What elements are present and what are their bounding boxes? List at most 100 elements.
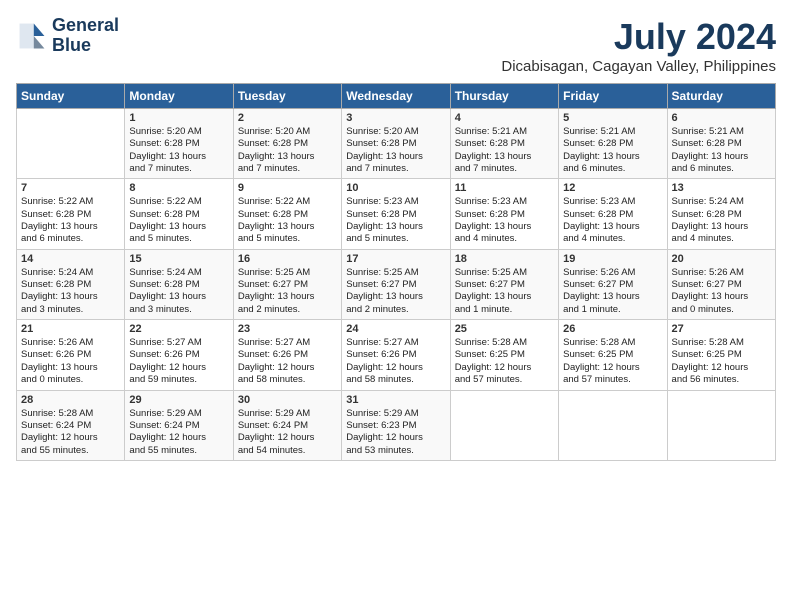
cell-data: Sunrise: 5:20 AM Sunset: 6:28 PM Dayligh… [238,126,337,175]
cell-data: Sunrise: 5:26 AM Sunset: 6:26 PM Dayligh… [21,337,120,386]
calendar-cell: 8Sunrise: 5:22 AM Sunset: 6:28 PM Daylig… [125,179,233,249]
calendar-cell: 10 Sunrise: 5:23 AM Sunset: 6:28 PM Dayli… [342,179,450,249]
calendar-cell: 13 Sunrise: 5:24 AM Sunset: 6:28 PM Dayli… [667,179,775,249]
weekday-header: Thursday [450,84,558,109]
cell-data: Sunrise: 5:28 AM Sunset: 6:24 PM Dayligh… [21,408,120,457]
cell-data: Sunrise: 5:29 AM Sunset: 6:24 PM Dayligh… [129,408,228,457]
cell-data: Sunrise: 5:26 AM Sunset: 6:27 PM Dayligh… [672,267,771,316]
calendar-cell: 29 Sunrise: 5:29 AM Sunset: 6:24 PM Dayli… [125,390,233,460]
cell-data: Sunrise: 5:27 AM Sunset: 6:26 PM Dayligh… [346,337,445,386]
day-number: 1 [129,112,228,124]
calendar-cell: 3 Sunrise: 5:20 AM Sunset: 6:28 PM Daylig… [342,109,450,179]
cell-data: Sunrise: 5:29 AM Sunset: 6:23 PM Dayligh… [346,408,445,457]
calendar-cell: 1 Sunrise: 5:20 AM Sunset: 6:28 PM Daylig… [125,109,233,179]
day-number: 2 [238,112,337,124]
calendar-cell [450,390,558,460]
cell-data: Sunrise: 5:23 AM Sunset: 6:28 PM Dayligh… [455,196,554,245]
calendar-table: SundayMondayTuesdayWednesdayThursdayFrid… [16,83,776,461]
day-number: 19 [563,253,662,265]
cell-data: Sunrise: 5:23 AM Sunset: 6:28 PM Dayligh… [346,196,445,245]
cell-data: Sunrise: 5:22 AM Sunset: 6:28 PM Dayligh… [129,196,228,245]
calendar-cell: 5 Sunrise: 5:21 AM Sunset: 6:28 PM Daylig… [559,109,667,179]
calendar-cell [559,390,667,460]
day-number: 12 [563,182,662,194]
calendar-cell: 12 Sunrise: 5:23 AM Sunset: 6:28 PM Dayli… [559,179,667,249]
calendar-cell: 21Sunrise: 5:26 AM Sunset: 6:26 PM Dayli… [17,320,125,390]
day-number: 24 [346,323,445,335]
day-number: 16 [238,253,337,265]
cell-data: Sunrise: 5:28 AM Sunset: 6:25 PM Dayligh… [455,337,554,386]
cell-data: Sunrise: 5:23 AM Sunset: 6:28 PM Dayligh… [563,196,662,245]
calendar-cell: 30Sunrise: 5:29 AM Sunset: 6:24 PM Dayli… [233,390,341,460]
calendar-cell: 31 Sunrise: 5:29 AM Sunset: 6:23 PM Dayli… [342,390,450,460]
day-number: 7 [21,182,120,194]
day-number: 26 [563,323,662,335]
title-block: July 2024 Dicabisagan, Cagayan Valley, P… [501,16,776,75]
calendar-cell: 26 Sunrise: 5:28 AM Sunset: 6:25 PM Dayli… [559,320,667,390]
day-number: 27 [672,323,771,335]
calendar-cell: 22Sunrise: 5:27 AM Sunset: 6:26 PM Dayli… [125,320,233,390]
day-number: 31 [346,394,445,406]
weekday-header: Friday [559,84,667,109]
cell-data: Sunrise: 5:24 AM Sunset: 6:28 PM Dayligh… [672,196,771,245]
calendar-cell: 23 Sunrise: 5:27 AM Sunset: 6:26 PM Dayli… [233,320,341,390]
day-number: 13 [672,182,771,194]
day-number: 15 [129,253,228,265]
cell-data: Sunrise: 5:27 AM Sunset: 6:26 PM Dayligh… [238,337,337,386]
day-number: 23 [238,323,337,335]
weekday-header: Saturday [667,84,775,109]
calendar-cell: 20Sunrise: 5:26 AM Sunset: 6:27 PM Dayli… [667,249,775,319]
calendar-cell: 2 Sunrise: 5:20 AM Sunset: 6:28 PM Daylig… [233,109,341,179]
day-number: 25 [455,323,554,335]
day-number: 4 [455,112,554,124]
weekday-header: Tuesday [233,84,341,109]
calendar-cell: 6 Sunrise: 5:21 AM Sunset: 6:28 PM Daylig… [667,109,775,179]
calendar-cell: 18Sunrise: 5:25 AM Sunset: 6:27 PM Dayli… [450,249,558,319]
calendar-cell: 7 Sunrise: 5:22 AM Sunset: 6:28 PM Daylig… [17,179,125,249]
day-number: 10 [346,182,445,194]
cell-data: Sunrise: 5:25 AM Sunset: 6:27 PM Dayligh… [238,267,337,316]
day-number: 3 [346,112,445,124]
cell-data: Sunrise: 5:25 AM Sunset: 6:27 PM Dayligh… [346,267,445,316]
calendar-cell: 9Sunrise: 5:22 AM Sunset: 6:28 PM Daylig… [233,179,341,249]
calendar-cell: 11 Sunrise: 5:23 AM Sunset: 6:28 PM Dayli… [450,179,558,249]
calendar-header: SundayMondayTuesdayWednesdayThursdayFrid… [17,84,776,109]
calendar-cell: 28Sunrise: 5:28 AM Sunset: 6:24 PM Dayli… [17,390,125,460]
calendar-cell: 16 Sunrise: 5:25 AM Sunset: 6:27 PM Dayli… [233,249,341,319]
month-title: July 2024 [501,16,776,58]
cell-data: Sunrise: 5:28 AM Sunset: 6:25 PM Dayligh… [563,337,662,386]
weekday-header: Wednesday [342,84,450,109]
day-number: 29 [129,394,228,406]
calendar-cell: 15Sunrise: 5:24 AM Sunset: 6:28 PM Dayli… [125,249,233,319]
location-title: Dicabisagan, Cagayan Valley, Philippines [501,58,776,75]
day-number: 11 [455,182,554,194]
day-number: 17 [346,253,445,265]
calendar-cell: 14 Sunrise: 5:24 AM Sunset: 6:28 PM Dayli… [17,249,125,319]
cell-data: Sunrise: 5:27 AM Sunset: 6:26 PM Dayligh… [129,337,228,386]
cell-data: Sunrise: 5:21 AM Sunset: 6:28 PM Dayligh… [672,126,771,175]
calendar-cell [667,390,775,460]
calendar-cell: 19 Sunrise: 5:26 AM Sunset: 6:27 PM Dayli… [559,249,667,319]
logo-text: General Blue [52,16,119,56]
day-number: 6 [672,112,771,124]
day-number: 14 [21,253,120,265]
weekday-header: Sunday [17,84,125,109]
cell-data: Sunrise: 5:20 AM Sunset: 6:28 PM Dayligh… [346,126,445,175]
day-number: 5 [563,112,662,124]
calendar-cell [17,109,125,179]
cell-data: Sunrise: 5:24 AM Sunset: 6:28 PM Dayligh… [21,267,120,316]
cell-data: Sunrise: 5:21 AM Sunset: 6:28 PM Dayligh… [563,126,662,175]
calendar-cell: 27 Sunrise: 5:28 AM Sunset: 6:25 PM Dayli… [667,320,775,390]
day-number: 18 [455,253,554,265]
day-number: 9 [238,182,337,194]
logo-icon [16,20,48,52]
page-header: General Blue July 2024 Dicabisagan, Caga… [16,16,776,75]
cell-data: Sunrise: 5:22 AM Sunset: 6:28 PM Dayligh… [21,196,120,245]
calendar-cell: 17 Sunrise: 5:25 AM Sunset: 6:27 PM Dayli… [342,249,450,319]
calendar-cell: 25 Sunrise: 5:28 AM Sunset: 6:25 PM Dayli… [450,320,558,390]
cell-data: Sunrise: 5:20 AM Sunset: 6:28 PM Dayligh… [129,126,228,175]
cell-data: Sunrise: 5:28 AM Sunset: 6:25 PM Dayligh… [672,337,771,386]
logo: General Blue [16,16,119,56]
cell-data: Sunrise: 5:26 AM Sunset: 6:27 PM Dayligh… [563,267,662,316]
cell-data: Sunrise: 5:29 AM Sunset: 6:24 PM Dayligh… [238,408,337,457]
